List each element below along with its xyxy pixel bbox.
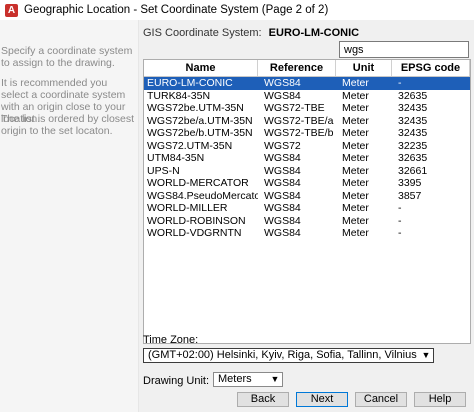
- cell-reference: WGS84: [264, 214, 301, 227]
- table-row[interactable]: WORLD-ROBINSON WGS84 Meter -: [144, 215, 470, 228]
- cell-epsg: 3857: [398, 189, 422, 202]
- window-title: Geographic Location - Set Coordinate Sys…: [24, 4, 329, 16]
- drawing-unit-value: Meters: [218, 373, 252, 385]
- cell-unit: Meter: [342, 127, 369, 139]
- table-row[interactable]: EURO-LM-CONIC WGS84 Meter -: [144, 77, 470, 90]
- cell-epsg: -: [398, 227, 402, 239]
- cell-unit: Meter: [342, 152, 369, 164]
- time-zone-label: Time Zone:: [143, 334, 199, 346]
- cancel-button[interactable]: Cancel: [355, 392, 407, 407]
- coordinate-system-table: Name Reference Unit EPSG code EURO-LM-CO…: [143, 59, 471, 344]
- table-row[interactable]: WORLD-VDGRNTN WGS84 Meter -: [144, 227, 470, 240]
- drawing-unit-label: Drawing Unit:: [143, 375, 210, 387]
- table-row[interactable]: WGS72.UTM-35N WGS72 Meter 32235: [144, 140, 470, 153]
- table-row[interactable]: WGS84.PseudoMercator WGS84 Meter 3857: [144, 190, 470, 203]
- cell-unit: Meter: [342, 177, 369, 189]
- time-zone-value: (GMT+02:00) Helsinki, Kyiv, Riga, Sofia,…: [148, 349, 417, 361]
- table-body: EURO-LM-CONIC WGS84 Meter - TURK84-35N WGS84 M…: [144, 77, 470, 240]
- table-row[interactable]: WGS72be/a.UTM-35N WGS72-TBE/a Meter 32435: [144, 115, 470, 128]
- cell-reference: WGS72: [264, 139, 301, 152]
- cell-unit: Meter: [342, 139, 369, 152]
- cell-unit: Meter: [342, 214, 369, 227]
- cell-reference: WGS84: [264, 177, 301, 189]
- cell-unit: Meter: [342, 77, 369, 89]
- gis-value: EURO-LM-CONIC: [268, 27, 360, 39]
- table-row[interactable]: WGS72be.UTM-35N WGS72-TBE Meter 32435: [144, 102, 470, 115]
- cell-epsg: -: [398, 214, 402, 227]
- table-row[interactable]: WORLD-MILLER WGS84 Meter -: [144, 202, 470, 215]
- cell-reference: WGS84: [264, 227, 301, 239]
- column-header-epsg[interactable]: EPSG code: [392, 60, 470, 76]
- gis-label: GIS Coordinate System:: [143, 27, 262, 39]
- cell-reference: WGS72-TBE/a: [264, 114, 334, 127]
- help-text-specify: Specify a coordinate system to assign to…: [1, 45, 133, 69]
- cell-reference: WGS84: [264, 202, 301, 214]
- chevron-down-icon: ▼: [270, 374, 280, 384]
- cell-reference: WGS84: [264, 189, 301, 202]
- cell-name: UPS-N: [147, 164, 180, 177]
- cell-epsg: 32435: [398, 127, 428, 139]
- cell-name: WORLD-VDGRNTN: [147, 227, 242, 239]
- table-header: Name Reference Unit EPSG code: [144, 60, 470, 77]
- cell-name: WGS72be/b.UTM-35N: [147, 127, 253, 139]
- cell-reference: WGS72-TBE: [264, 102, 325, 114]
- cell-reference: WGS72-TBE/b: [264, 127, 334, 139]
- autocad-app-icon: A: [5, 3, 18, 17]
- chevron-down-icon: ▼: [421, 350, 431, 360]
- cell-name: WGS72be/a.UTM-35N: [147, 114, 253, 127]
- cell-epsg: 32635: [398, 152, 428, 164]
- table-row[interactable]: TURK84-35N WGS84 Meter 32635: [144, 90, 470, 103]
- cell-name: WGS72be.UTM-35N: [147, 102, 244, 114]
- cell-reference: WGS84: [264, 164, 301, 177]
- cell-epsg: 3395: [398, 177, 422, 189]
- drawing-unit-select[interactable]: Meters ▼: [213, 372, 283, 387]
- cell-name: EURO-LM-CONIC: [147, 77, 233, 89]
- cell-epsg: -: [398, 77, 402, 89]
- table-row[interactable]: UTM84-35N WGS84 Meter 32635: [144, 152, 470, 165]
- column-header-name[interactable]: Name: [144, 60, 258, 76]
- cell-name: TURK84-35N: [147, 89, 211, 102]
- table-row[interactable]: UPS-N WGS84 Meter 32661: [144, 165, 470, 178]
- time-zone-select[interactable]: (GMT+02:00) Helsinki, Kyiv, Riga, Sofia,…: [143, 348, 434, 363]
- cell-name: WORLD-MERCATOR: [147, 177, 249, 189]
- cell-unit: Meter: [342, 202, 369, 214]
- cell-reference: WGS84: [264, 152, 301, 164]
- cell-reference: WGS84: [264, 89, 301, 102]
- cell-unit: Meter: [342, 89, 369, 102]
- title-bar: A Geographic Location - Set Coordinate S…: [0, 0, 474, 20]
- column-header-unit[interactable]: Unit: [336, 60, 392, 76]
- cell-unit: Meter: [342, 227, 369, 239]
- cell-name: UTM84-35N: [147, 152, 205, 164]
- cell-unit: Meter: [342, 102, 369, 114]
- cell-name: WGS84.PseudoMercator: [147, 189, 258, 202]
- cell-epsg: 32661: [398, 164, 428, 177]
- cell-epsg: 32435: [398, 102, 428, 114]
- next-button[interactable]: Next: [296, 392, 348, 407]
- cell-name: WORLD-MILLER: [147, 202, 228, 214]
- cell-epsg: 32635: [398, 89, 428, 102]
- cell-epsg: 32235: [398, 139, 428, 152]
- help-button[interactable]: Help: [414, 392, 466, 407]
- main-pane: GIS Coordinate System: EURO-LM-CONIC Nam…: [139, 20, 474, 412]
- back-button[interactable]: Back: [237, 392, 289, 407]
- table-row[interactable]: WORLD-MERCATOR WGS84 Meter 3395: [144, 177, 470, 190]
- cell-unit: Meter: [342, 164, 369, 177]
- cell-epsg: -: [398, 202, 402, 214]
- cell-epsg: 32435: [398, 114, 428, 127]
- help-text-ordering: The list is ordered by closest origin to…: [1, 113, 135, 137]
- help-pane: Specify a coordinate system to assign to…: [0, 20, 139, 412]
- column-header-reference[interactable]: Reference: [258, 60, 336, 76]
- cell-name: WORLD-ROBINSON: [147, 214, 246, 227]
- table-row[interactable]: WGS72be/b.UTM-35N WGS72-TBE/b Meter 32435: [144, 127, 470, 140]
- cell-unit: Meter: [342, 114, 369, 127]
- gis-coordinate-system: GIS Coordinate System: EURO-LM-CONIC: [143, 27, 359, 39]
- cell-name: WGS72.UTM-35N: [147, 139, 233, 152]
- cell-unit: Meter: [342, 189, 369, 202]
- cell-reference: WGS84: [264, 77, 301, 89]
- search-input[interactable]: [339, 41, 469, 58]
